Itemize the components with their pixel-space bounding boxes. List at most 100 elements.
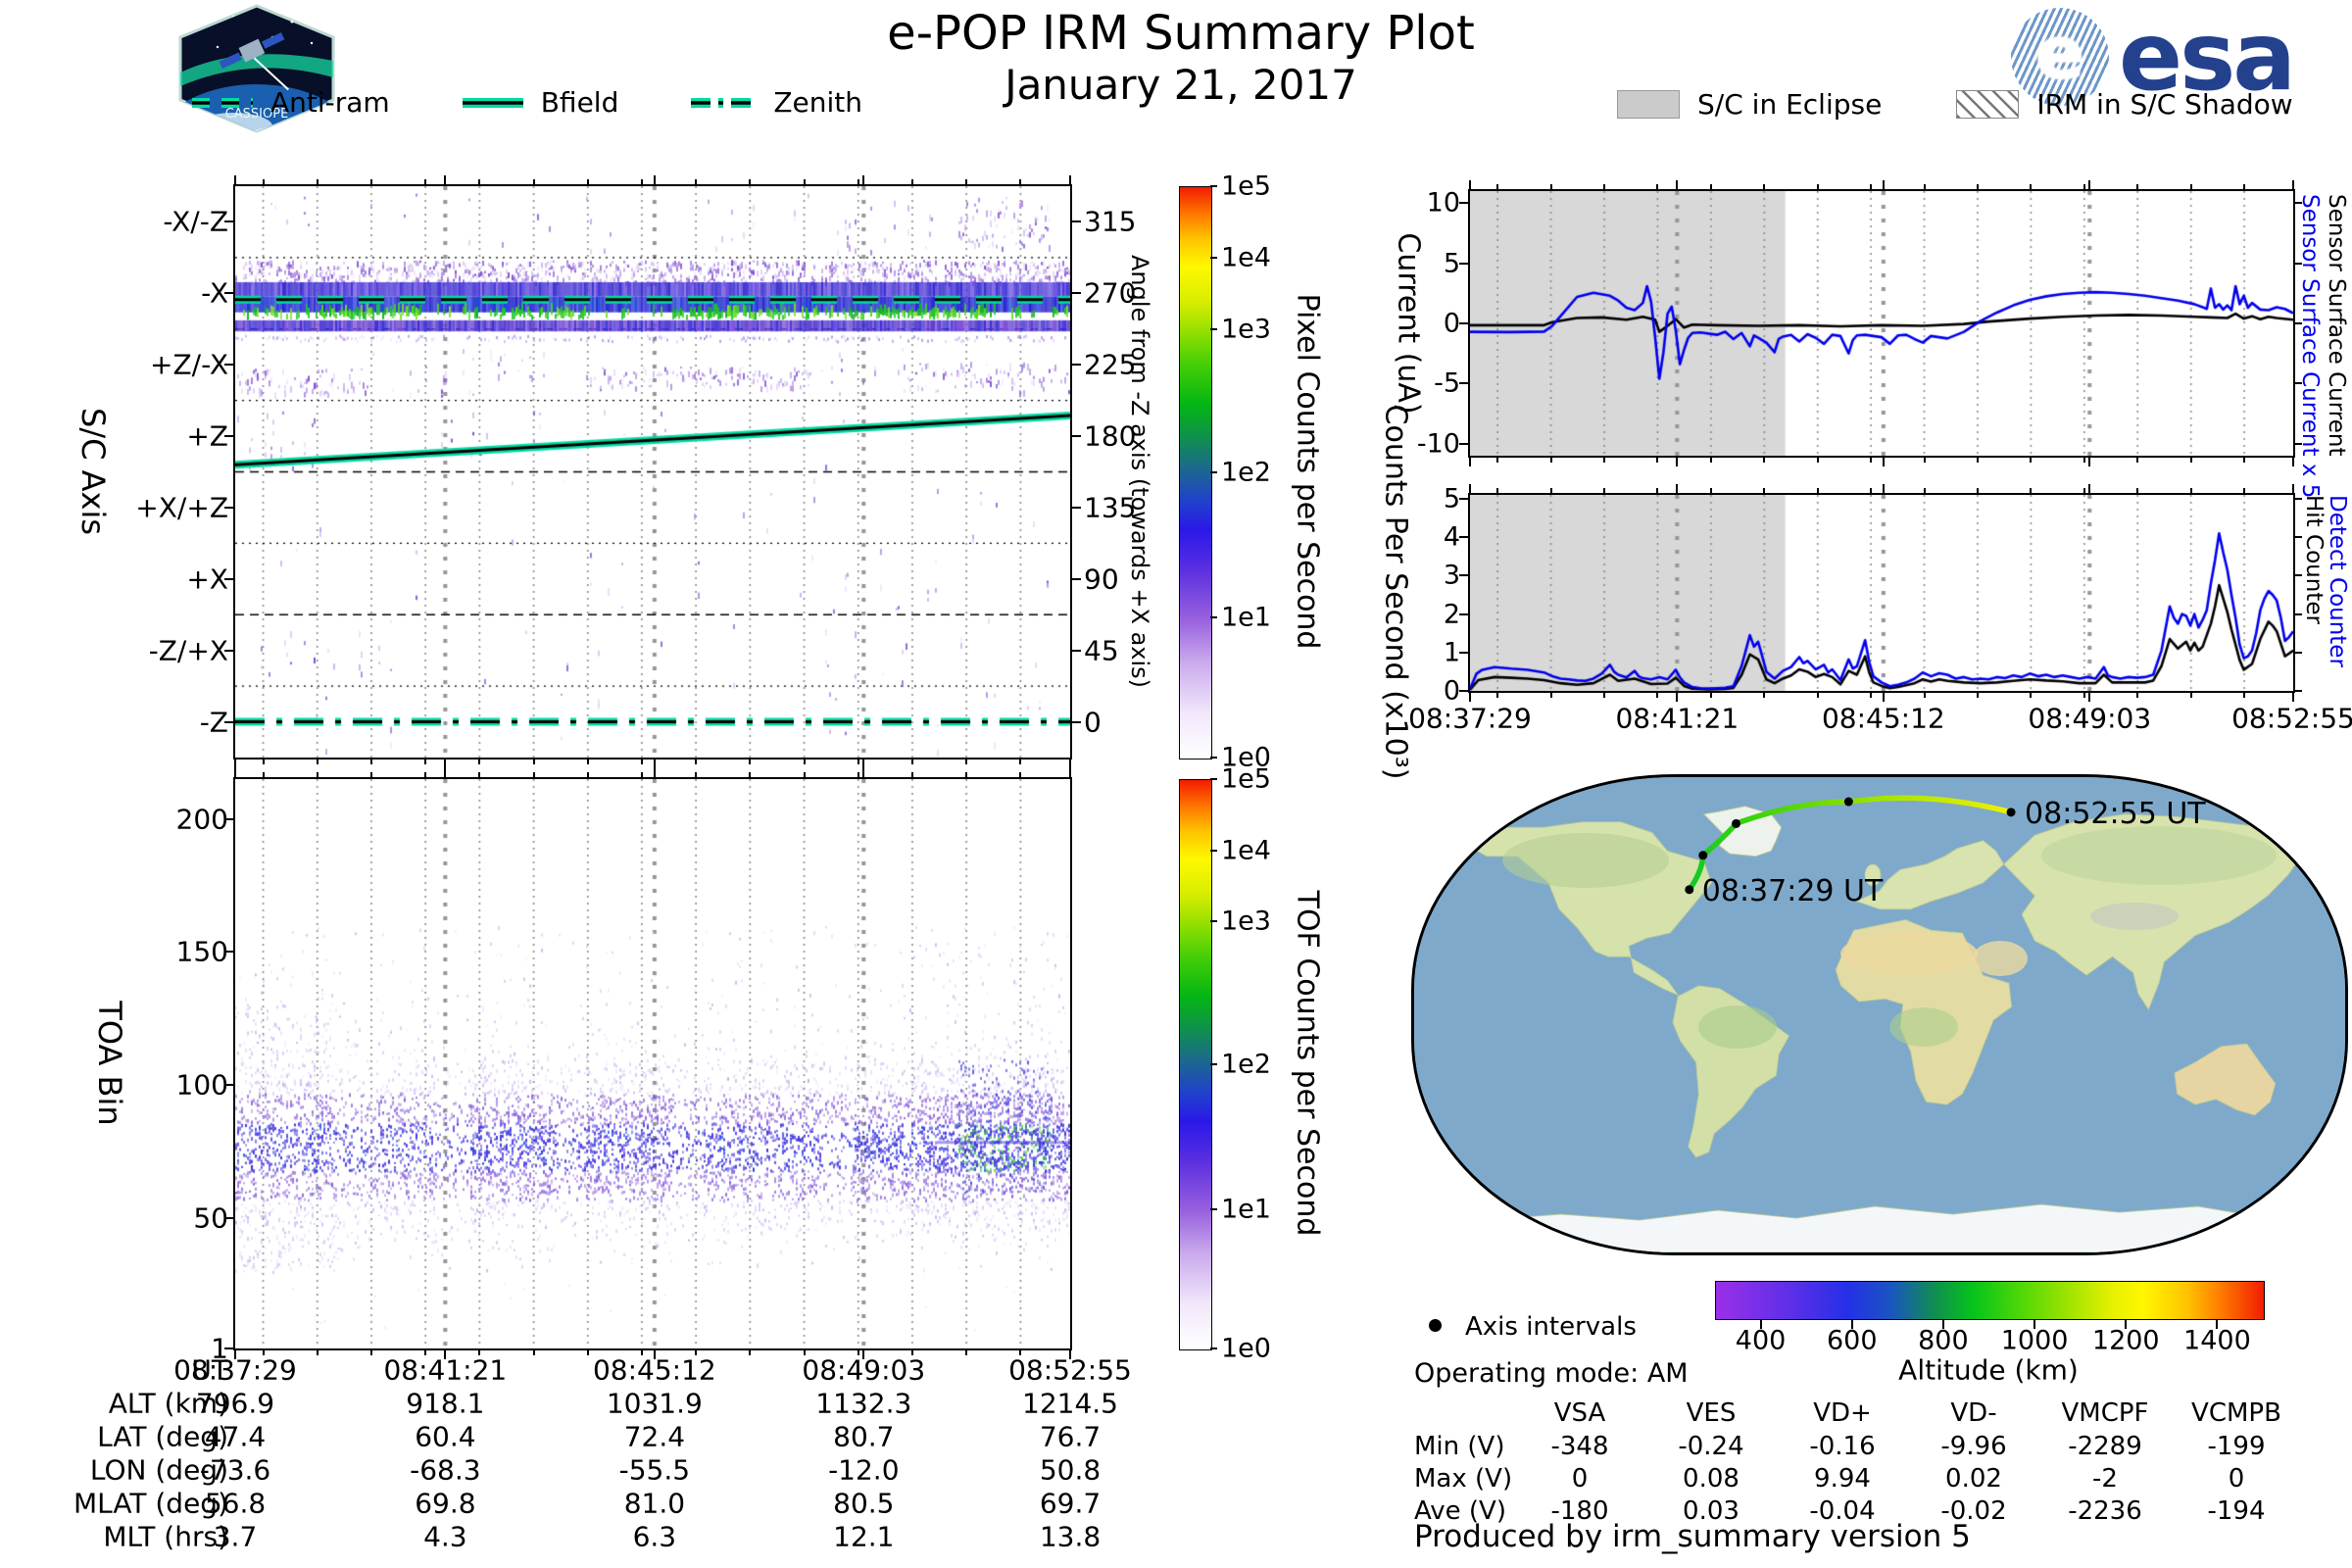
altitude-colorbar bbox=[1715, 1281, 2265, 1320]
voltage-value: -2289 bbox=[2068, 1432, 2142, 1461]
ephemeris-value: -12.0 bbox=[828, 1453, 900, 1487]
axis-tick bbox=[2189, 458, 2192, 463]
axis-tick bbox=[1603, 458, 1605, 463]
axis-tick bbox=[2136, 488, 2139, 493]
axis-tick bbox=[2082, 488, 2085, 493]
tick-label: 600 bbox=[1826, 1325, 1878, 1356]
axis-tick bbox=[1763, 488, 1766, 493]
axis-tick bbox=[1459, 322, 1468, 324]
axis-tick bbox=[2292, 693, 2294, 702]
sensor-current-plot bbox=[1468, 189, 2295, 458]
axis-tick bbox=[695, 760, 698, 764]
axis-tick bbox=[2292, 180, 2294, 189]
tick-label: 1e1 bbox=[1221, 602, 1271, 633]
axis-tick bbox=[224, 951, 233, 954]
axis-tick bbox=[1870, 184, 1873, 189]
axis-tick bbox=[2189, 488, 2192, 493]
axis-tick bbox=[2243, 458, 2246, 463]
axis-tick bbox=[2295, 612, 2302, 615]
ephemeris-value: 47.4 bbox=[204, 1420, 267, 1453]
axis-tick bbox=[1763, 458, 1766, 463]
tick-label: 1e5 bbox=[1221, 763, 1271, 795]
legend-zenith-label: Zenith bbox=[773, 86, 863, 119]
ephemeris-value: 1132.3 bbox=[815, 1387, 912, 1420]
axis-tick bbox=[234, 760, 236, 768]
tick-label: 100 bbox=[175, 1068, 228, 1102]
axis-tick bbox=[749, 760, 752, 764]
tick-label: 1400 bbox=[2183, 1325, 2251, 1356]
axis-tick bbox=[653, 760, 656, 768]
axis-tick bbox=[2243, 488, 2246, 493]
axis-tick bbox=[224, 292, 233, 295]
ephemeris-value: 80.7 bbox=[833, 1420, 895, 1453]
axis-tick bbox=[1069, 768, 1071, 777]
axis-tick bbox=[1210, 1348, 1217, 1349]
axis-tick bbox=[316, 760, 318, 764]
axis-tick bbox=[857, 179, 859, 184]
tick-label: 3 bbox=[1443, 560, 1460, 591]
axis-tick bbox=[532, 772, 535, 777]
tick-label: -Z/+X bbox=[148, 634, 228, 667]
track-dot bbox=[2006, 808, 2016, 817]
axis-tick bbox=[2136, 184, 2139, 189]
axis-tick bbox=[1882, 693, 1885, 702]
axis-tick bbox=[1459, 612, 1468, 615]
axis-tick bbox=[1210, 256, 1217, 259]
axis-tick bbox=[1459, 536, 1468, 539]
tick-label: 1e2 bbox=[1221, 1049, 1271, 1079]
axis-tick bbox=[965, 772, 968, 777]
axis-tick bbox=[2030, 488, 2033, 493]
axis-tick bbox=[653, 175, 656, 184]
axis-tick bbox=[1072, 506, 1081, 509]
axis-tick bbox=[478, 179, 481, 184]
axis-tick bbox=[369, 772, 372, 777]
axis-tick bbox=[1709, 488, 1712, 493]
axis-tick bbox=[1549, 184, 1552, 189]
voltage-value: -2236 bbox=[2068, 1496, 2142, 1526]
axis-tick bbox=[1069, 760, 1071, 768]
axis-tick bbox=[1870, 693, 1873, 698]
voltage-value: -0.16 bbox=[1809, 1432, 1876, 1461]
axis-tick bbox=[1603, 488, 1605, 493]
tick-label: 08:37:29 bbox=[1408, 702, 1532, 735]
axis-tick bbox=[2136, 693, 2139, 698]
axis-tick bbox=[1976, 184, 1979, 189]
tick-label: 08:49:03 bbox=[2028, 702, 2152, 735]
axis-tick bbox=[1469, 693, 1471, 702]
track-dot bbox=[1698, 851, 1708, 860]
tick-label: 90 bbox=[1084, 563, 1119, 596]
axis-tick bbox=[1072, 577, 1081, 580]
track-start-time-label: 08:37:29 UT bbox=[1702, 874, 1884, 908]
tick-label: +X/+Z bbox=[135, 491, 228, 524]
axis-tick bbox=[749, 179, 752, 184]
ephemeris-value: 918.1 bbox=[406, 1387, 485, 1420]
counters-right-label-blue: Detect Counter bbox=[2325, 495, 2350, 667]
axis-tick bbox=[1469, 458, 1471, 466]
voltage-row-label: Min (V) bbox=[1414, 1432, 1505, 1461]
axis-tick bbox=[1210, 1062, 1217, 1065]
axis-tick bbox=[749, 772, 752, 777]
voltage-value: 0.02 bbox=[1945, 1464, 2002, 1494]
axis-tick bbox=[1603, 184, 1605, 189]
axis-tick bbox=[586, 772, 589, 777]
tick-label: 1200 bbox=[2091, 1325, 2160, 1356]
axis-tick bbox=[1656, 488, 1659, 493]
ephemeris-value: 796.9 bbox=[195, 1387, 275, 1420]
legend-anti-ram-label: Anti-ram bbox=[270, 86, 390, 119]
ephemeris-row-label: MLT (hrs) bbox=[103, 1520, 228, 1553]
axis-tick bbox=[1870, 458, 1873, 463]
pixel-colorbar-label: Pixel Counts per Second bbox=[1290, 293, 1325, 650]
axis-tick bbox=[1459, 497, 1468, 500]
axis-tick bbox=[2088, 180, 2091, 189]
axis-tick bbox=[444, 760, 447, 768]
tick-label: 1e5 bbox=[1221, 171, 1271, 202]
axis-tick bbox=[2292, 458, 2294, 466]
altitude-colorbar-label: Altitude (km) bbox=[1898, 1353, 2079, 1387]
axis-tick bbox=[424, 179, 427, 184]
axis-tick bbox=[224, 435, 233, 438]
axis-tick bbox=[803, 772, 806, 777]
axis-tick bbox=[1459, 690, 1468, 692]
track-dot bbox=[1732, 818, 1741, 828]
voltage-column-header: VD+ bbox=[1813, 1398, 1872, 1428]
eclipse-legend: S/C in Eclipse IRM in S/C Shadow bbox=[1617, 88, 2293, 121]
